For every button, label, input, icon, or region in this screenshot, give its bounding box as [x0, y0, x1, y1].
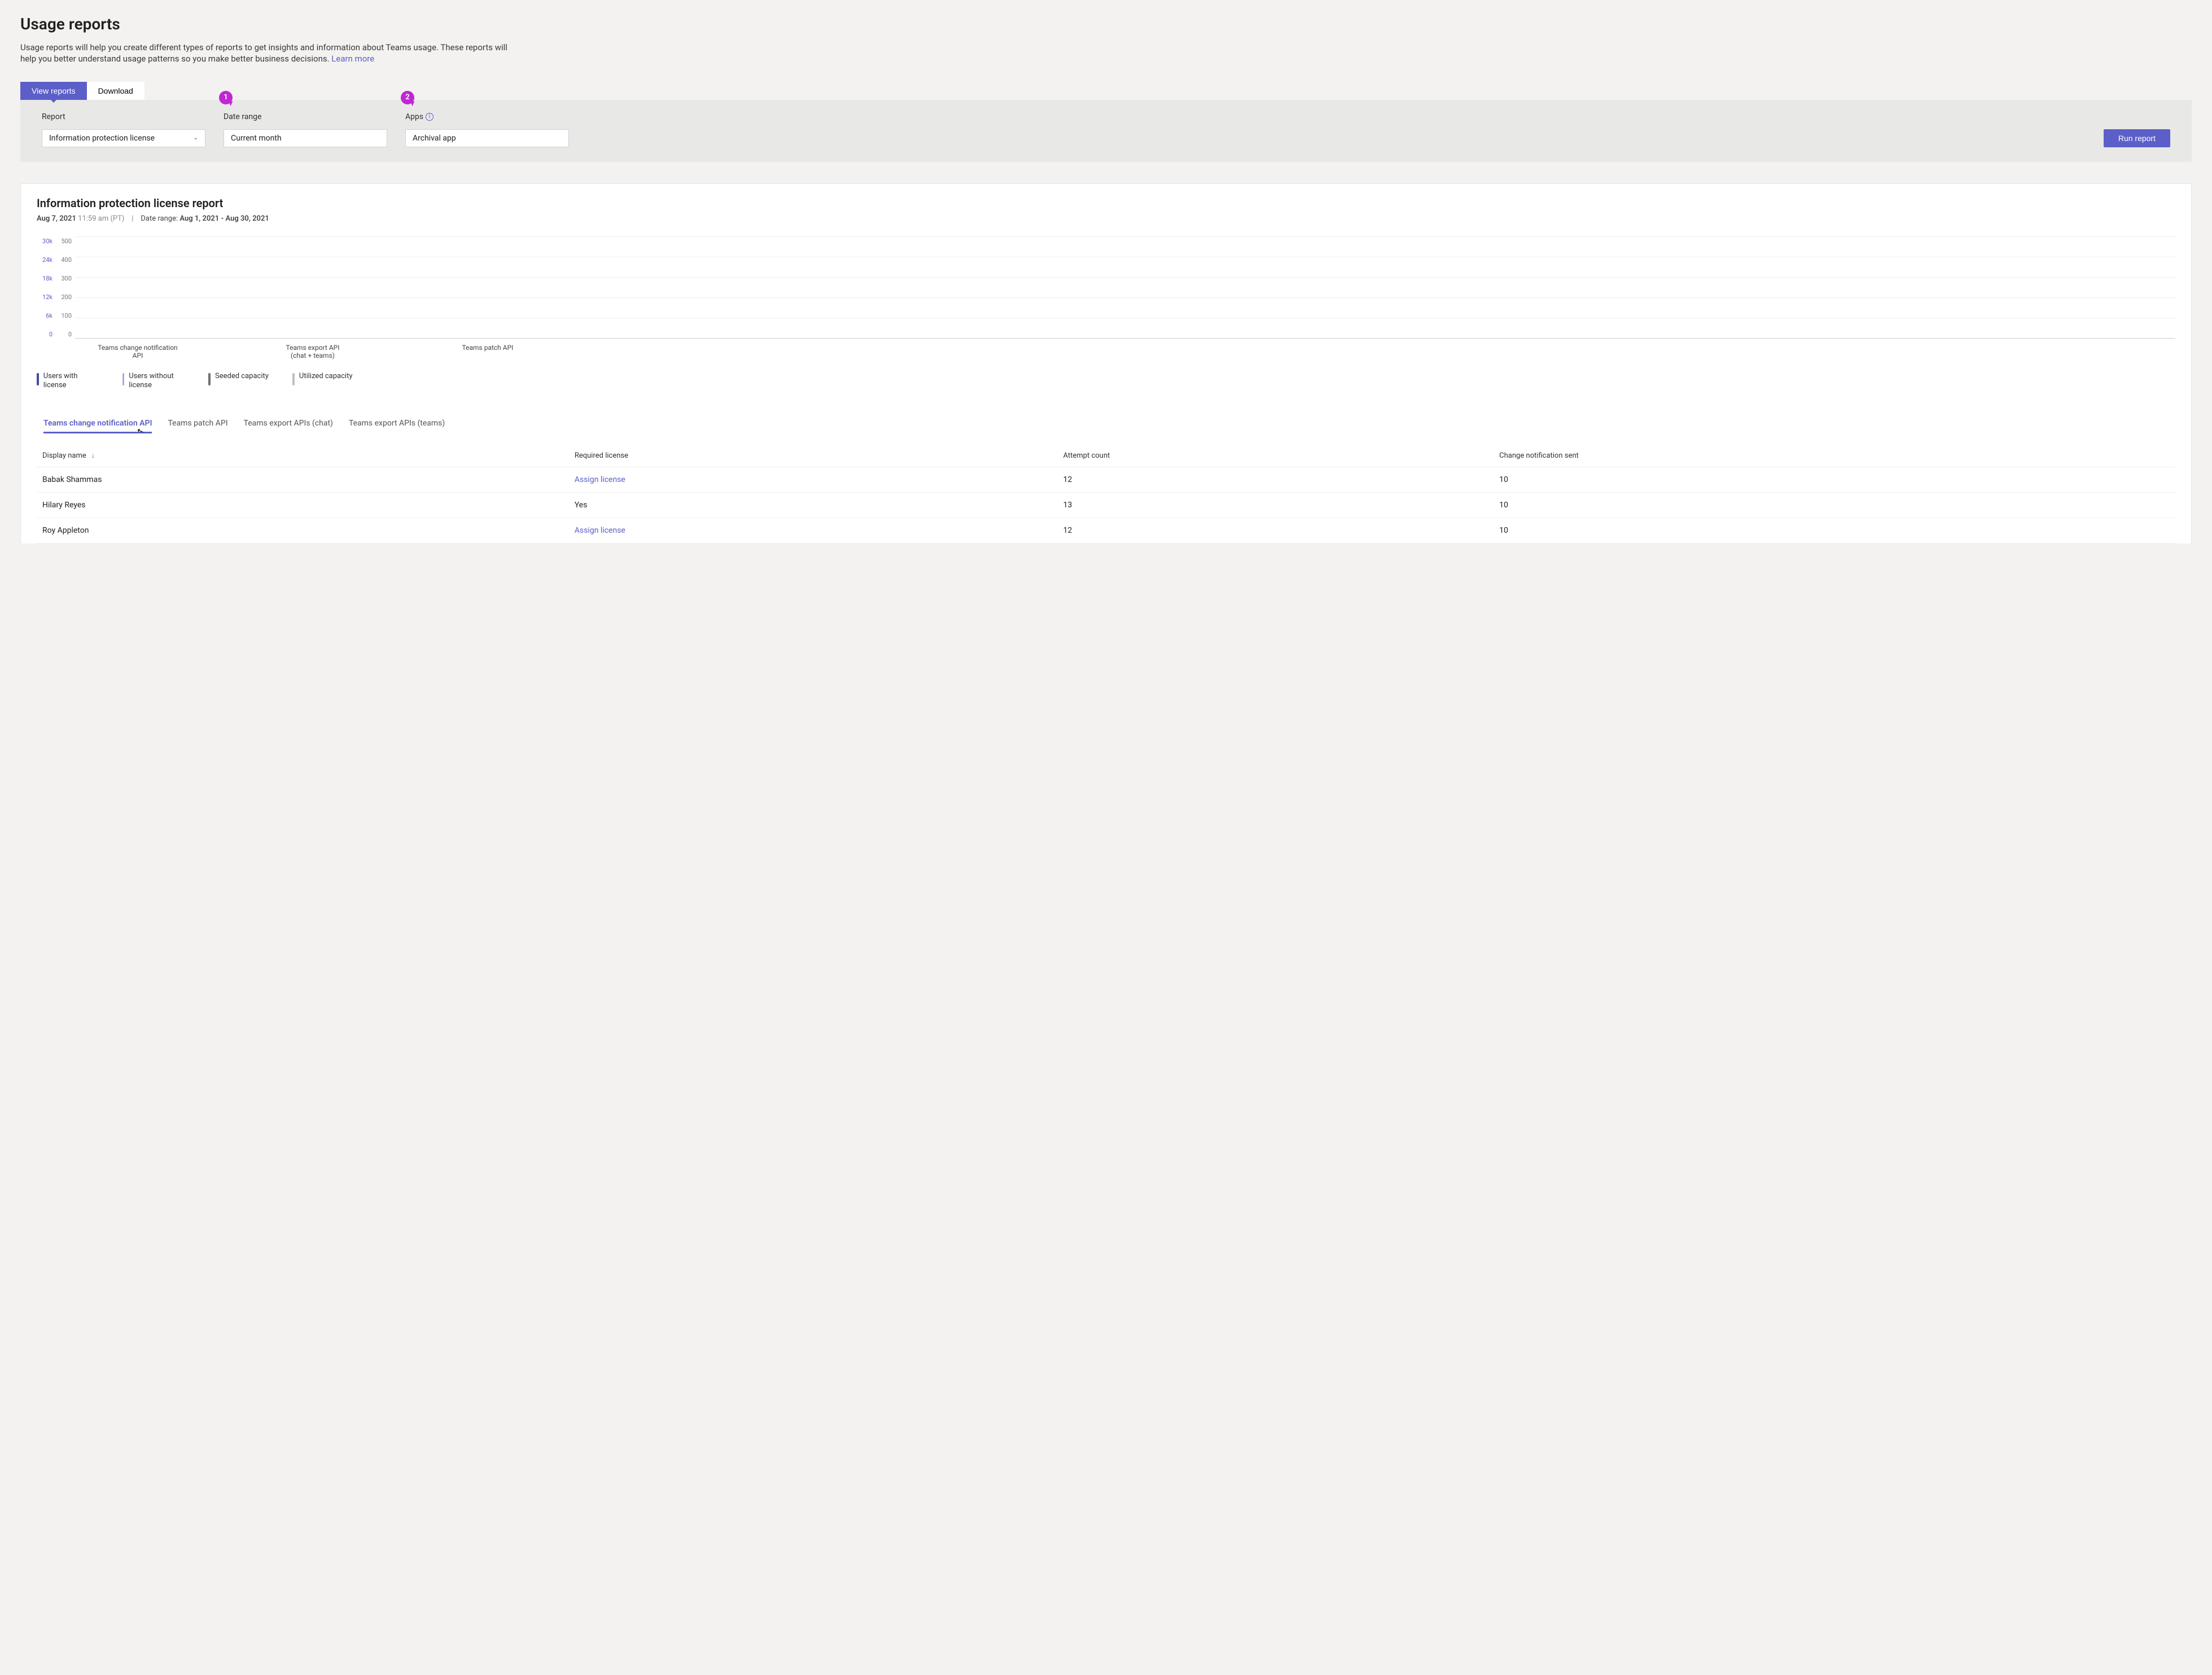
report-card: Information protection license report Au… — [20, 183, 2192, 544]
cell-required-license: Assign license — [569, 518, 1058, 543]
table-row[interactable]: Hilary Reyes Yes 1310 — [37, 493, 2175, 518]
date-range-prefix: Date range: — [141, 214, 179, 223]
apps-value: Archival app — [413, 134, 456, 143]
callout-badge-1: 1 — [219, 91, 233, 104]
cell-attempt-count: 12 — [1058, 467, 1494, 493]
chevron-down-icon: ⌄ — [194, 135, 198, 141]
col-display-name[interactable]: Display name ↓ — [37, 445, 569, 467]
chart-legend: Users with license Users without license… — [37, 372, 2175, 408]
cell-attempt-count: 12 — [1058, 518, 1494, 543]
top-tabs: View reports Download — [20, 82, 2192, 100]
tab-download[interactable]: Download — [87, 82, 144, 100]
cell-change-sent: 10 — [1493, 467, 2175, 493]
page-subtitle-text: Usage reports will help you create diffe… — [20, 42, 507, 64]
learn-more-link[interactable]: Learn more — [331, 54, 374, 64]
report-label: Report — [42, 112, 205, 121]
y-tick-left: 18k — [37, 275, 52, 282]
y-tick-right: 0 — [56, 331, 72, 338]
y-tick-left: 6k — [37, 312, 52, 319]
y-tick-right: 400 — [56, 256, 72, 264]
sub-tab-change-notification[interactable]: Teams change notification API — [43, 419, 152, 433]
report-select[interactable]: Information protection license ⌄ — [42, 129, 205, 147]
apps-label: 2 Apps i — [405, 112, 569, 121]
x-axis-label: Teams change notification API — [95, 344, 180, 359]
y-tick-right: 100 — [56, 312, 72, 319]
report-title: Information protection license report — [37, 196, 2175, 210]
cell-change-sent: 10 — [1493, 518, 2175, 543]
sub-tab-export-chat[interactable]: Teams export APIs (chat) — [244, 419, 333, 433]
sub-tab-export-teams[interactable]: Teams export APIs (teams) — [349, 419, 445, 433]
y-tick-left: 24k — [37, 256, 52, 264]
date-range-value-text: Aug 1, 2021 - Aug 30, 2021 — [179, 214, 269, 223]
generated-date: Aug 7, 2021 — [37, 214, 76, 223]
legend-item-users-with-license: Users with license — [37, 372, 99, 391]
x-axis-label: Teams patch API — [445, 344, 530, 359]
apps-label-text: Apps — [405, 112, 423, 121]
assign-license-link[interactable]: Assign license — [575, 475, 625, 484]
generated-time: 11:59 am (PT) — [78, 214, 124, 223]
y-tick-right: 300 — [56, 275, 72, 282]
table-row[interactable]: Roy Appleton Assign license 1210 — [37, 518, 2175, 543]
legend-item-seeded-capacity: Seeded capacity — [208, 372, 269, 391]
report-meta: Aug 7, 2021 11:59 am (PT) | Date range: … — [37, 214, 2175, 223]
cell-display-name: Roy Appleton — [37, 518, 569, 543]
page-title: Usage reports — [20, 15, 2192, 33]
bar-chart: 30k 24k 18k 12k 6k 0 500 400 300 200 100 0 — [37, 236, 2175, 338]
col-attempt-count[interactable]: Attempt count — [1058, 445, 1494, 467]
sort-desc-icon: ↓ — [91, 451, 95, 459]
run-report-button[interactable]: Run report — [2104, 129, 2170, 147]
apps-input[interactable]: Archival app — [405, 129, 569, 147]
license-value: Yes — [575, 501, 588, 510]
date-range-value: Current month — [231, 134, 282, 143]
y-tick-left: 0 — [37, 331, 52, 338]
date-range-label-text: Date range — [224, 112, 261, 121]
y-tick-left: 30k — [37, 238, 52, 245]
info-icon[interactable]: i — [426, 113, 433, 121]
report-select-value: Information protection license — [49, 134, 155, 143]
legend-item-users-without-license: Users without license — [122, 372, 185, 391]
date-range-label: 1 Date range — [224, 112, 387, 121]
page-subtitle: Usage reports will help you create diffe… — [20, 42, 511, 65]
cell-required-license: Yes — [569, 493, 1058, 518]
y-tick-right: 200 — [56, 293, 72, 301]
assign-license-link[interactable]: Assign license — [575, 526, 625, 535]
cell-change-sent: 10 — [1493, 493, 2175, 518]
x-axis-label: Teams export API(chat + teams) — [270, 344, 355, 359]
cell-attempt-count: 13 — [1058, 493, 1494, 518]
report-table: Display name ↓ Required license Attempt … — [37, 445, 2175, 543]
cell-display-name: Babak Shammas — [37, 467, 569, 493]
col-change-sent[interactable]: Change notification sent — [1493, 445, 2175, 467]
report-sub-tabs: Teams change notification API Teams patc… — [37, 407, 2175, 433]
tab-view-reports[interactable]: View reports — [20, 82, 87, 100]
callout-badge-2: 2 — [401, 91, 414, 104]
y-tick-left: 12k — [37, 293, 52, 301]
cell-required-license: Assign license — [569, 467, 1058, 493]
legend-item-utilized-capacity: Utilized capacity — [292, 372, 353, 391]
filter-bar: Report Information protection license ⌄ … — [20, 100, 2192, 162]
table-row[interactable]: Babak Shammas Assign license 1210 — [37, 467, 2175, 493]
cell-display-name: Hilary Reyes — [37, 493, 569, 518]
sub-tab-patch-api[interactable]: Teams patch API — [168, 419, 227, 433]
date-range-input[interactable]: Current month — [224, 129, 387, 147]
col-required-license[interactable]: Required license — [569, 445, 1058, 467]
y-tick-right: 500 — [56, 238, 72, 245]
